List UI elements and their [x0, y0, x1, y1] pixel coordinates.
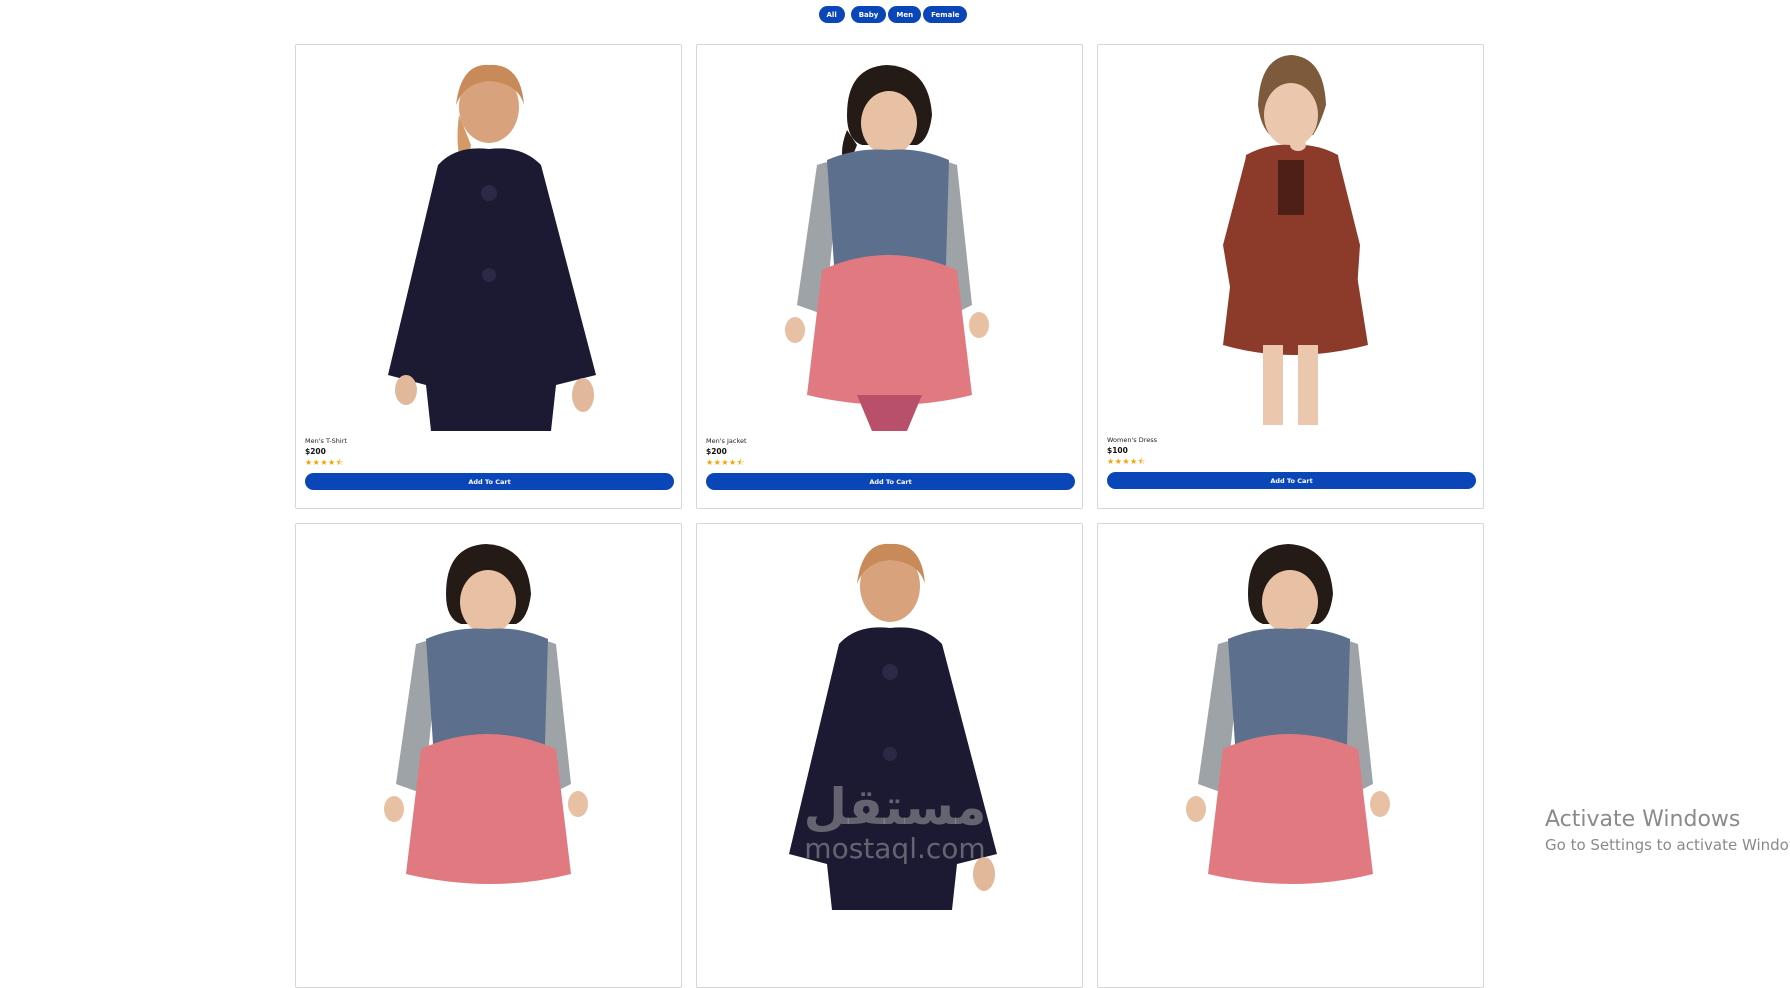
- activate-subtitle: Go to Settings to activate Windows.: [1545, 836, 1790, 854]
- product-card: Men's Jacket $200 ★★★★⯪ Add To Cart: [696, 44, 1083, 509]
- filter-all-button[interactable]: All: [818, 6, 845, 23]
- product-card: [696, 523, 1083, 988]
- filter-men-button[interactable]: Men: [888, 6, 922, 23]
- product-price: $100: [1107, 446, 1128, 455]
- site-watermark: مستقل mostaql.com: [785, 780, 1005, 864]
- product-card: Women's Dress $100 ★★★★⯪ Add To Cart: [1097, 44, 1484, 509]
- product-name: Women's Dress: [1107, 436, 1158, 444]
- filter-female-button[interactable]: Female: [923, 6, 968, 23]
- add-to-cart-button[interactable]: Add To Cart: [706, 473, 1075, 490]
- watermark-latin: mostaql.com: [804, 832, 986, 865]
- category-filter-bar: All Baby Men Female: [0, 6, 1790, 23]
- product-image[interactable]: [697, 45, 1082, 431]
- activate-windows-notice: Activate Windows Go to Settings to activ…: [1545, 806, 1790, 856]
- rating-stars-icon: ★★★★⯪: [305, 458, 344, 467]
- product-card: [295, 523, 682, 988]
- activate-title: Activate Windows: [1545, 807, 1741, 832]
- rating-stars-icon: ★★★★⯪: [706, 458, 745, 467]
- watermark-arabic: مستقل: [803, 778, 987, 836]
- product-image[interactable]: [1098, 45, 1483, 431]
- product-name: Men's T-Shirt: [305, 437, 347, 445]
- product-price: $200: [706, 447, 727, 456]
- product-name: Men's Jacket: [706, 437, 747, 445]
- add-to-cart-button[interactable]: Add To Cart: [305, 473, 674, 490]
- product-card: Men's T-Shirt $200 ★★★★⯪ Add To Cart: [295, 44, 682, 509]
- product-price: $200: [305, 447, 326, 456]
- product-image[interactable]: [296, 45, 681, 431]
- rating-stars-icon: ★★★★⯪: [1107, 457, 1146, 466]
- product-image[interactable]: [296, 524, 681, 910]
- product-image[interactable]: [1098, 524, 1483, 910]
- filter-baby-button[interactable]: Baby: [850, 6, 887, 23]
- product-card: [1097, 523, 1484, 988]
- add-to-cart-button[interactable]: Add To Cart: [1107, 472, 1476, 489]
